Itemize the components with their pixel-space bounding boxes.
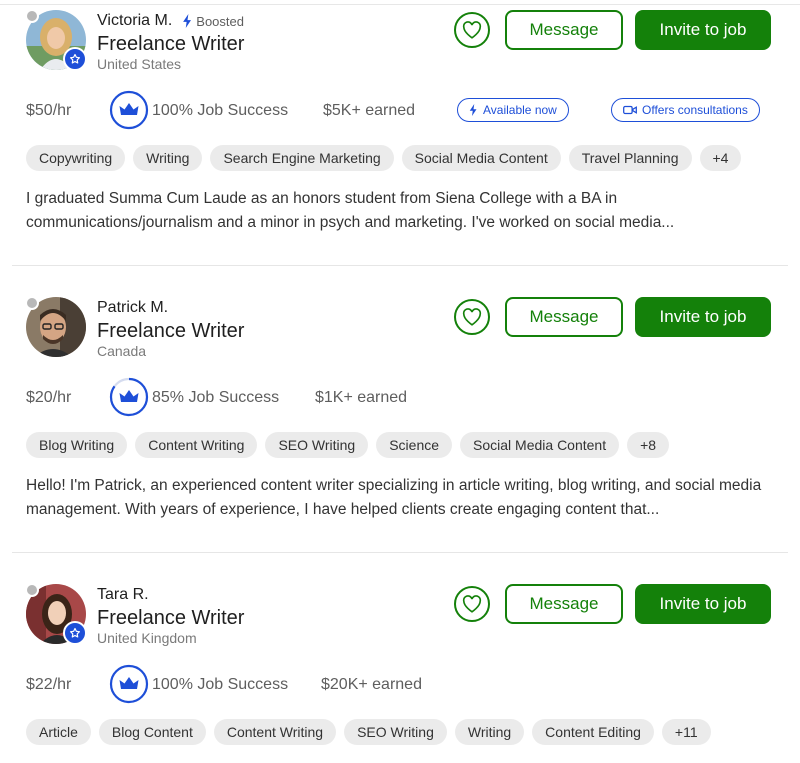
- total-earned: $1K+ earned: [315, 389, 408, 406]
- freelancer-name[interactable]: Patrick M.: [97, 299, 168, 317]
- crown-icon: [119, 390, 139, 402]
- lightning-bolt-icon: [183, 14, 192, 28]
- name-row: Victoria M. Boosted: [97, 12, 244, 30]
- video-camera-icon: [623, 105, 637, 115]
- freelancer-description: Hello! I'm Patrick, an experienced conte…: [26, 477, 762, 518]
- more-skills-chip[interactable]: +11: [661, 719, 711, 745]
- top-divider: [0, 4, 800, 5]
- save-favorite-button[interactable]: [454, 299, 490, 335]
- freelancer-title: Freelance Writer: [97, 33, 245, 55]
- freelancer-location: Canada: [97, 343, 147, 359]
- skill-chip[interactable]: Blog Content: [98, 719, 206, 745]
- job-success-text: 100% Job Success: [152, 102, 289, 119]
- skill-chip[interactable]: Search Engine Marketing: [210, 145, 394, 171]
- more-skills-chip[interactable]: +8: [627, 432, 670, 458]
- job-success-text: 100% Job Success: [152, 676, 289, 693]
- job-success-ring: [109, 377, 149, 417]
- skills-list: Copywriting Writing Search Engine Market…: [26, 145, 742, 171]
- heart-icon: [462, 595, 482, 613]
- skill-chip[interactable]: Writing: [133, 145, 203, 171]
- skill-chip[interactable]: SEO Writing: [265, 432, 369, 458]
- skills-list: Blog Writing Content Writing SEO Writing…: [26, 432, 670, 458]
- skill-chip[interactable]: Blog Writing: [26, 432, 128, 458]
- hourly-rate: $22/hr: [26, 676, 72, 693]
- skill-chip[interactable]: Content Writing: [213, 719, 337, 745]
- top-rated-badge-icon: [63, 621, 87, 645]
- freelancer-name[interactable]: Victoria M.: [97, 12, 172, 30]
- invite-to-job-button[interactable]: Invite to job: [635, 10, 771, 50]
- avatar[interactable]: [25, 583, 87, 645]
- message-button[interactable]: Message: [505, 584, 623, 624]
- name-row: Tara R.: [97, 586, 149, 604]
- available-now-badge[interactable]: Available now: [457, 98, 569, 122]
- card-divider: [12, 265, 788, 266]
- skill-chip[interactable]: Content Writing: [135, 432, 258, 458]
- skill-chip[interactable]: Science: [376, 432, 453, 458]
- total-earned: $20K+ earned: [321, 676, 422, 693]
- message-button[interactable]: Message: [505, 10, 623, 50]
- freelancer-location: United States: [97, 56, 182, 72]
- skill-chip[interactable]: Content Editing: [532, 719, 654, 745]
- lightning-bolt-icon: [469, 104, 477, 116]
- job-success-ring: [109, 664, 149, 704]
- job-success-text: 85% Job Success: [152, 389, 280, 406]
- boosted-label: Boosted: [182, 14, 244, 29]
- freelancer-title: Freelance Writer: [97, 607, 245, 629]
- skill-chip[interactable]: SEO Writing: [344, 719, 447, 745]
- skills-list: Article Blog Content Content Writing SEO…: [26, 719, 711, 745]
- avatar[interactable]: [25, 296, 86, 357]
- job-success-ring: [109, 90, 149, 130]
- freelancer-title: Freelance Writer: [97, 320, 245, 342]
- save-favorite-button[interactable]: [454, 586, 490, 622]
- crown-icon: [119, 677, 139, 689]
- freelancer-description: I graduated Summa Cum Laude as an honors…: [26, 190, 675, 231]
- heart-icon: [462, 308, 482, 326]
- hourly-rate: $20/hr: [26, 389, 72, 406]
- more-skills-chip[interactable]: +4: [699, 145, 742, 171]
- skill-chip[interactable]: Social Media Content: [401, 145, 561, 171]
- invite-to-job-button[interactable]: Invite to job: [635, 297, 771, 337]
- message-button[interactable]: Message: [505, 297, 623, 337]
- crown-icon: [119, 103, 139, 115]
- offers-consultations-badge[interactable]: Offers consultations: [611, 98, 760, 122]
- top-rated-badge-icon: [63, 47, 87, 71]
- skill-chip[interactable]: Article: [26, 719, 91, 745]
- save-favorite-button[interactable]: [454, 12, 490, 48]
- online-status-dot: [25, 9, 39, 23]
- online-status-dot: [25, 296, 39, 310]
- heart-icon: [462, 21, 482, 39]
- skill-chip[interactable]: Social Media Content: [460, 432, 620, 458]
- hourly-rate: $50/hr: [26, 102, 72, 119]
- skill-chip[interactable]: Travel Planning: [568, 145, 692, 171]
- card-divider: [12, 552, 788, 553]
- total-earned: $5K+ earned: [323, 102, 416, 119]
- invite-to-job-button[interactable]: Invite to job: [635, 584, 771, 624]
- freelancer-name[interactable]: Tara R.: [97, 586, 149, 604]
- skill-chip[interactable]: Writing: [454, 719, 525, 745]
- avatar[interactable]: [25, 9, 87, 71]
- name-row: Patrick M.: [97, 299, 168, 317]
- skill-chip[interactable]: Copywriting: [26, 145, 126, 171]
- online-status-dot: [25, 583, 39, 597]
- freelancer-location: United Kingdom: [97, 630, 197, 646]
